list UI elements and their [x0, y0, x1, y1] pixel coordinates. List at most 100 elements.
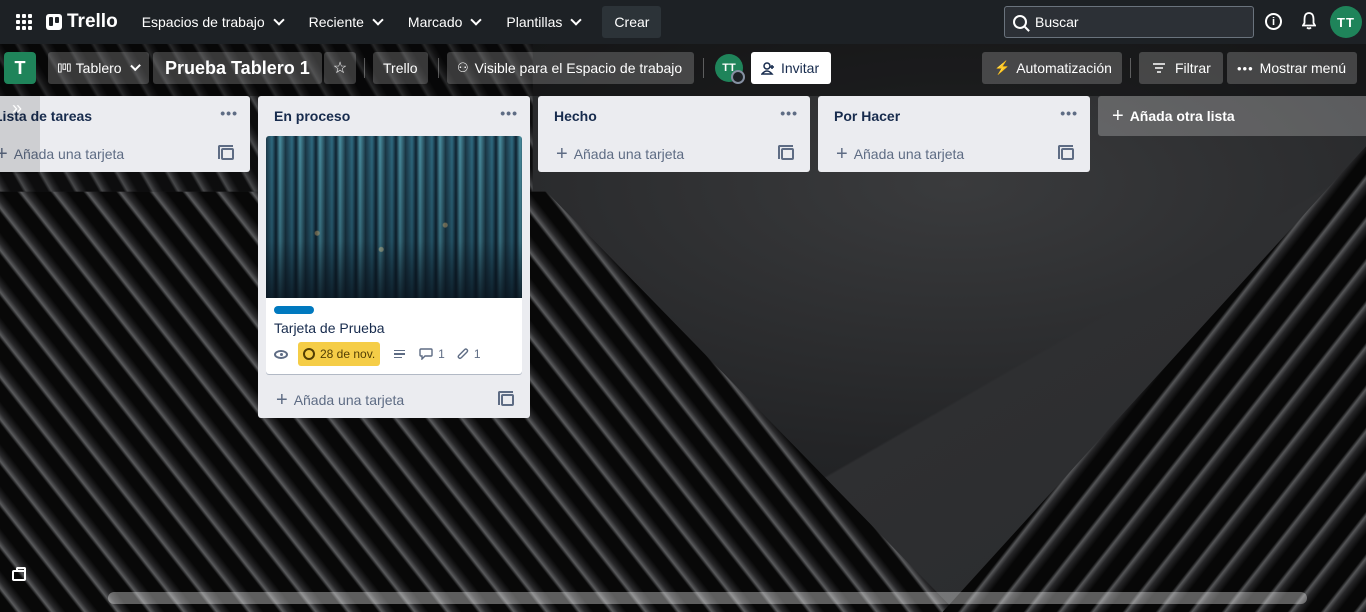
invite-button[interactable]: Invitar — [751, 52, 832, 84]
chevron-down-icon — [129, 60, 141, 72]
chevron-down-icon — [372, 14, 384, 26]
plus-icon: + — [276, 388, 288, 411]
list-title[interactable]: Hecho — [554, 108, 597, 124]
watching-icon — [274, 349, 288, 359]
plus-icon: + — [556, 142, 568, 165]
paperclip-icon — [457, 347, 469, 359]
chevron-down-icon — [272, 14, 285, 26]
add-card-button[interactable]: + Añada una tarjeta — [818, 136, 1090, 172]
divider — [703, 58, 704, 78]
star-icon: ☆ — [332, 60, 348, 77]
search-placeholder: Buscar — [1035, 14, 1079, 30]
board-view-label: Tablero — [75, 60, 122, 76]
list-header[interactable]: En proceso ••• — [258, 96, 530, 136]
app-switcher-icon[interactable] — [12, 10, 36, 34]
nav-starred-menu[interactable]: Marcado — [396, 6, 492, 38]
chevron-down-icon — [470, 14, 483, 26]
list-header[interactable]: Por Hacer ••• — [818, 96, 1090, 136]
double-chevron-right-icon: » — [12, 98, 23, 118]
list-actions-icon[interactable]: ••• — [220, 106, 238, 120]
card-title: Tarjeta de Prueba — [274, 320, 385, 336]
nav-workspaces-label: Espacios de trabajo — [141, 14, 265, 30]
comment-icon — [419, 348, 433, 360]
card-cover-image — [266, 136, 522, 298]
board-view-switcher[interactable]: Tablero — [48, 52, 149, 84]
description-icon — [394, 349, 406, 359]
add-card-label: Añada una tarjeta — [573, 146, 685, 162]
filter-label: Filtrar — [1175, 60, 1211, 76]
list-title[interactable]: Por Hacer — [834, 108, 900, 124]
nav-templates-label: Plantillas — [506, 14, 563, 30]
list-in-progress: En proceso ••• Tarjeta de Prueba 28 de n… — [258, 96, 530, 418]
attachments-badge: 1 — [457, 347, 481, 361]
attachments-count: 1 — [473, 347, 481, 361]
add-list-button[interactable]: + Añada otra lista — [1098, 96, 1366, 136]
card-template-icon[interactable] — [1058, 145, 1074, 160]
expand-sidebar-button[interactable]: » — [0, 96, 40, 174]
card-template-icon[interactable] — [218, 145, 234, 160]
card-badges: 28 de nov. 1 1 — [274, 342, 514, 366]
trello-logo-icon — [46, 14, 62, 30]
add-list-label: Añada otra lista — [1129, 108, 1235, 124]
automation-label: Automatización — [1016, 60, 1112, 76]
show-menu-label: Mostrar menú — [1259, 60, 1347, 76]
info-icon[interactable]: i — [1265, 13, 1282, 30]
briefcase-icon[interactable] — [12, 567, 26, 581]
comments-badge: 1 — [419, 347, 445, 361]
search-icon — [1013, 15, 1027, 29]
divider — [1130, 58, 1131, 78]
trello-logo[interactable]: Trello — [46, 11, 118, 33]
list-to-do: Por Hacer ••• + Añada una tarjeta — [818, 96, 1090, 172]
divider — [438, 58, 439, 78]
workspace-badge[interactable]: T — [4, 52, 36, 84]
trello-logo-text: Trello — [67, 11, 118, 32]
list-done: Hecho ••• + Añada una tarjeta — [538, 96, 810, 172]
list-actions-icon[interactable]: ••• — [500, 106, 518, 120]
plus-icon: + — [836, 142, 848, 165]
card-template-icon[interactable] — [778, 145, 794, 160]
horizontal-scrollbar[interactable] — [108, 592, 1307, 604]
card-body: Tarjeta de Prueba 28 de nov. 1 1 — [266, 298, 522, 374]
lightning-icon: ⚡ — [994, 60, 1011, 75]
automation-button[interactable]: ⚡ Automatización — [982, 52, 1122, 84]
workspace-button[interactable]: Trello — [373, 52, 428, 84]
plus-icon: + — [1112, 104, 1124, 127]
show-menu-button[interactable]: ••• Mostrar menú — [1227, 52, 1357, 84]
clock-icon — [303, 348, 315, 360]
chevron-down-icon — [570, 14, 583, 26]
star-board-button[interactable]: ☆ — [324, 52, 356, 84]
card-label[interactable] — [274, 306, 314, 314]
add-card-label: Añada una tarjeta — [293, 392, 405, 408]
search-input[interactable]: Buscar — [1004, 6, 1254, 38]
card-template-icon[interactable] — [498, 391, 514, 406]
more-icon: ••• — [1237, 60, 1254, 76]
nav-templates-menu[interactable]: Plantillas — [494, 6, 592, 38]
board-member-avatar[interactable]: TT — [715, 54, 745, 84]
nav-workspaces-menu[interactable]: Espacios de trabajo — [130, 6, 295, 38]
filter-icon — [1153, 63, 1165, 73]
board-view-icon — [58, 63, 71, 73]
add-person-icon — [761, 61, 774, 75]
due-date-text: 28 de nov. — [320, 347, 376, 361]
nav-starred-label: Marcado — [407, 14, 463, 30]
comments-count: 1 — [438, 347, 445, 361]
nav-recent-menu[interactable]: Reciente — [297, 6, 394, 38]
add-card-button[interactable]: + Añada una tarjeta — [538, 136, 810, 172]
create-button[interactable]: Crear — [602, 6, 662, 38]
add-card-button[interactable]: + Añada una tarjeta — [258, 382, 530, 418]
add-card-label: Añada una tarjeta — [853, 146, 965, 162]
due-date-badge[interactable]: 28 de nov. — [298, 342, 381, 366]
list-actions-icon[interactable]: ••• — [780, 106, 798, 120]
list-title[interactable]: En proceso — [274, 108, 350, 124]
card[interactable]: Tarjeta de Prueba 28 de nov. 1 1 — [266, 136, 522, 374]
visibility-button[interactable]: ⚇ Visible para el Espacio de trabajo — [447, 52, 694, 84]
divider — [364, 58, 365, 78]
nav-recent-label: Reciente — [308, 14, 364, 30]
filter-button[interactable]: Filtrar — [1139, 52, 1223, 84]
board-title[interactable]: Prueba Tablero 1 — [153, 52, 322, 84]
list-header[interactable]: Hecho ••• — [538, 96, 810, 136]
visibility-label: Visible para el Espacio de trabajo — [474, 60, 683, 76]
bell-icon[interactable] — [1302, 12, 1316, 30]
list-actions-icon[interactable]: ••• — [1060, 106, 1078, 120]
account-avatar[interactable]: TT — [1330, 6, 1362, 38]
